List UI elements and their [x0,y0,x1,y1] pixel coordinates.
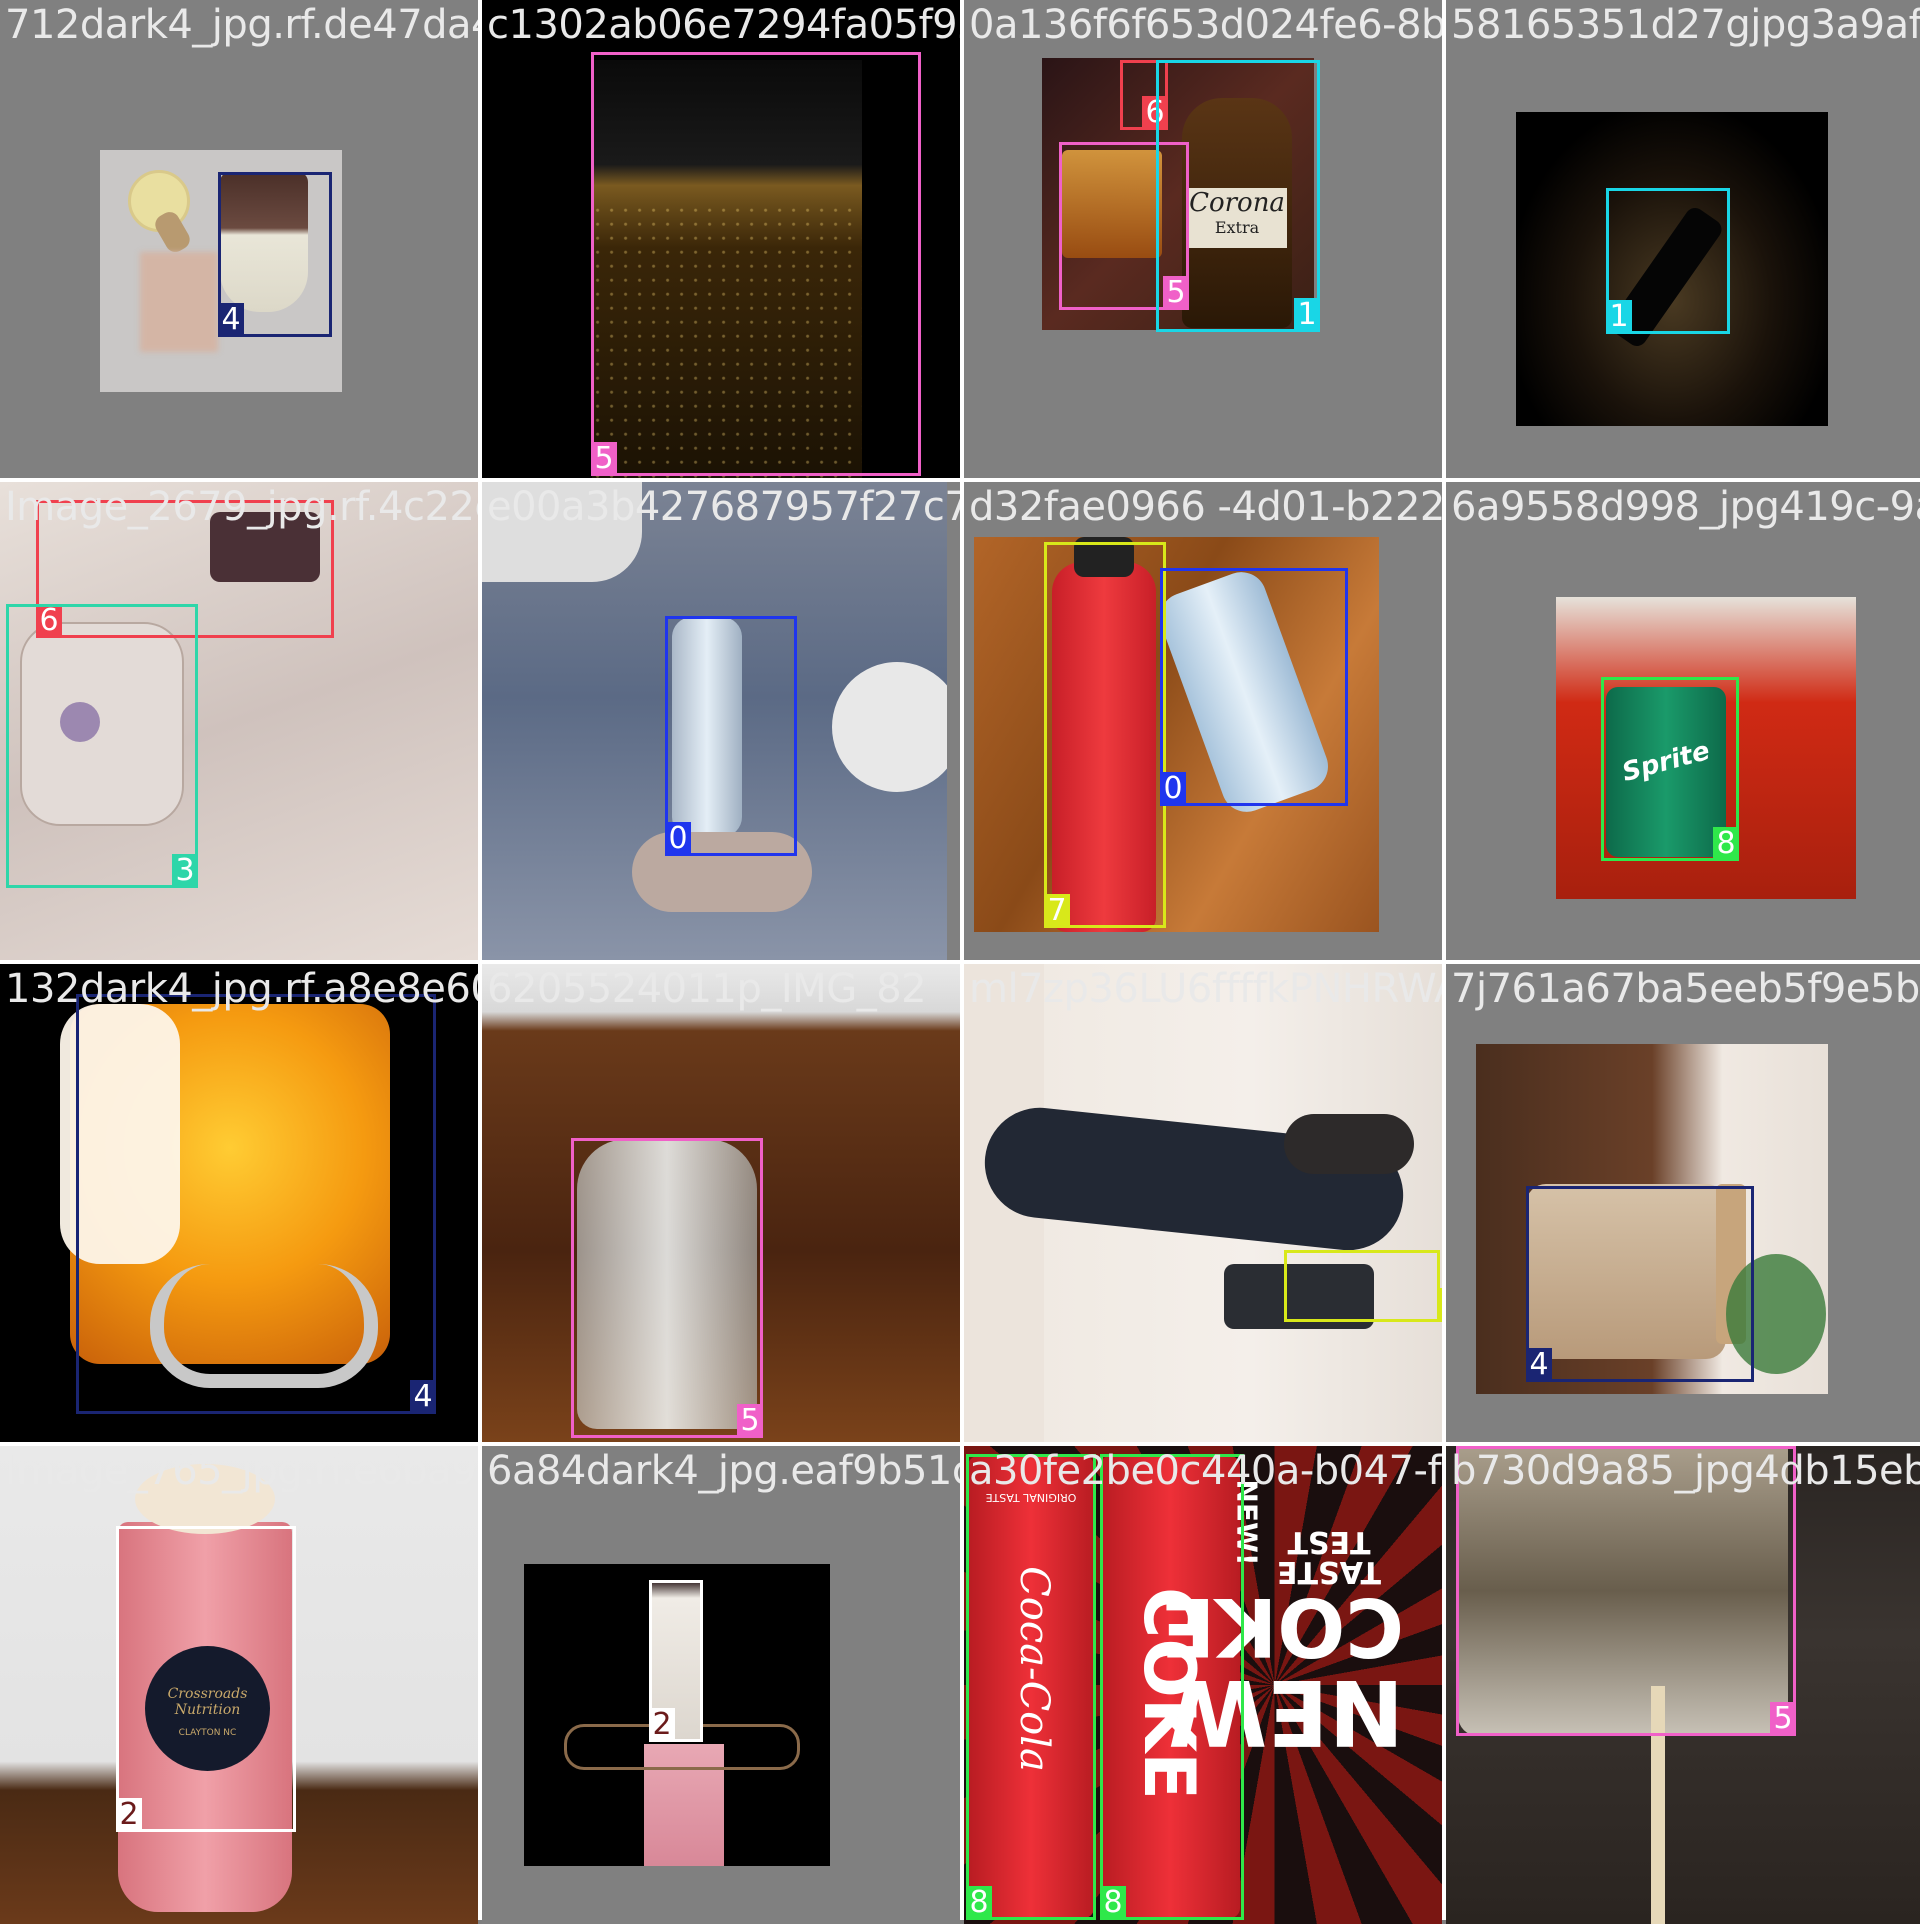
bbox-class-7: 7 [1284,1250,1442,1322]
bbox-label: 8 [1713,827,1739,861]
tile-caption: 0a136f6f653d024fe6-8b4c-635 [969,2,1442,48]
grid-separator [0,960,1920,964]
bbox-label: 3 [172,854,198,888]
ad-line-1: NEW [1167,1659,1404,1764]
bbox-label: 1 [1606,300,1632,334]
tile-caption: 58165351d27gjpg3a9af0119d [1451,2,1920,48]
bbox-class-2: 2 [116,1526,296,1832]
bbox-class-7: 7 [1044,542,1166,928]
bbox-label: 4 [1526,1348,1552,1382]
grid-separator [0,1442,1920,1446]
tile-7: Sprite 8 6a9558d998_jpg419c-9a9d-6 [1446,482,1920,960]
bbox-label: 2 [649,1708,675,1742]
bbox-label: 0 [1160,772,1186,806]
bbox-class-8: 8 [1100,1454,1244,1920]
tile-13: 2 6a84dark4_jpg.eaf9b51c089ea [482,1446,960,1924]
tile-2: Corona Extra 6 5 1 0a136f6f653d024fe6-8b… [964,0,1442,478]
bbox-label: 1 [1294,298,1320,332]
bbox-class-5: 5 [591,52,921,476]
bbox-class-8: 8 [966,1454,1096,1920]
bbox-class-8: 8 [1601,677,1739,861]
tile-8: 4 132dark4_jpg.rf.a8e8e6058 [0,964,478,1442]
tile-4: 6 3 Image_2679_jpg.rf.4c22e75 [0,482,478,960]
tile-12: Crossroads Nutrition CLAYTON NC 2 Image_… [0,1446,478,1924]
bbox-label: 8 [966,1886,992,1920]
tile-5: 0 e00a3b427687957f27c770b2 [482,482,960,960]
bbox-class-5: 5 [571,1138,763,1438]
mosaic-grid: 4 712dark4_jpg.rf.de47da4a6b 5 c1302ab06… [0,0,1920,1924]
bbox-class-3: 3 [6,604,198,888]
tile-caption: d32fae0966 -4d01-b222-6 [969,484,1442,530]
tile-3: 1 58165351d27gjpg3a9af0119d [1446,0,1920,478]
bbox-label: 5 [1770,1702,1796,1736]
bbox-label: 0 [665,822,691,856]
bbox-class-5: 5 [1456,1446,1796,1736]
bbox-label: 5 [737,1404,763,1438]
tile-caption: 6a9558d998_jpg419c-9a9d-6 [1451,484,1920,530]
bbox-class-1: 1 [1606,188,1730,334]
tile-1: 5 c1302ab06e7294fa05f928cdd [482,0,960,478]
tile-caption: 6a84dark4_jpg.eaf9b51c089ea [487,1448,960,1494]
grid-separator [0,478,1920,482]
bbox-class-0: 0 [1160,568,1348,806]
bbox-label: 4 [410,1380,436,1414]
tile-caption: 7j761a67ba5eeb5f9e5baf [1451,966,1920,1012]
bbox-label: 5 [591,442,617,476]
ad-line-3: TASTE TEST [1277,1524,1381,1589]
bbox-label: 7 [1044,894,1070,928]
bbox-class-1: 1 [1156,60,1320,332]
bbox-label: 2 [116,1798,142,1832]
bbox-class-4: 4 [1526,1186,1754,1382]
tile-10: 7 ml7zp36LU6ffffkPNHRWAie [964,964,1442,1442]
tile-14: ORIGINAL TASTE Coca-Cola COKE NEW! NEW C… [964,1446,1442,1924]
tile-caption: 712dark4_jpg.rf.de47da4a6b [5,2,478,48]
bbox-label: 4 [218,303,244,337]
photo-10 [964,964,1442,1442]
tile-11: 4 7j761a67ba5eeb5f9e5baf [1446,964,1920,1442]
tile-15: 5 b730d9a85_jpg4db15eb6 [1446,1446,1920,1924]
tile-9: 5 6205524011p_IMG_82 [482,964,960,1442]
bbox-class-4: 4 [218,172,332,337]
ad-line-2: COKE [1160,1580,1404,1673]
tile-6: 7 0 d32fae0966 -4d01-b222-6 [964,482,1442,960]
bbox-label: 8 [1100,1886,1126,1920]
bbox-class-4: 4 [76,994,436,1414]
bbox-class-2: 2 [649,1580,703,1742]
bbox-class-0: 0 [665,616,797,856]
tile-0: 4 712dark4_jpg.rf.de47da4a6b [0,0,478,478]
